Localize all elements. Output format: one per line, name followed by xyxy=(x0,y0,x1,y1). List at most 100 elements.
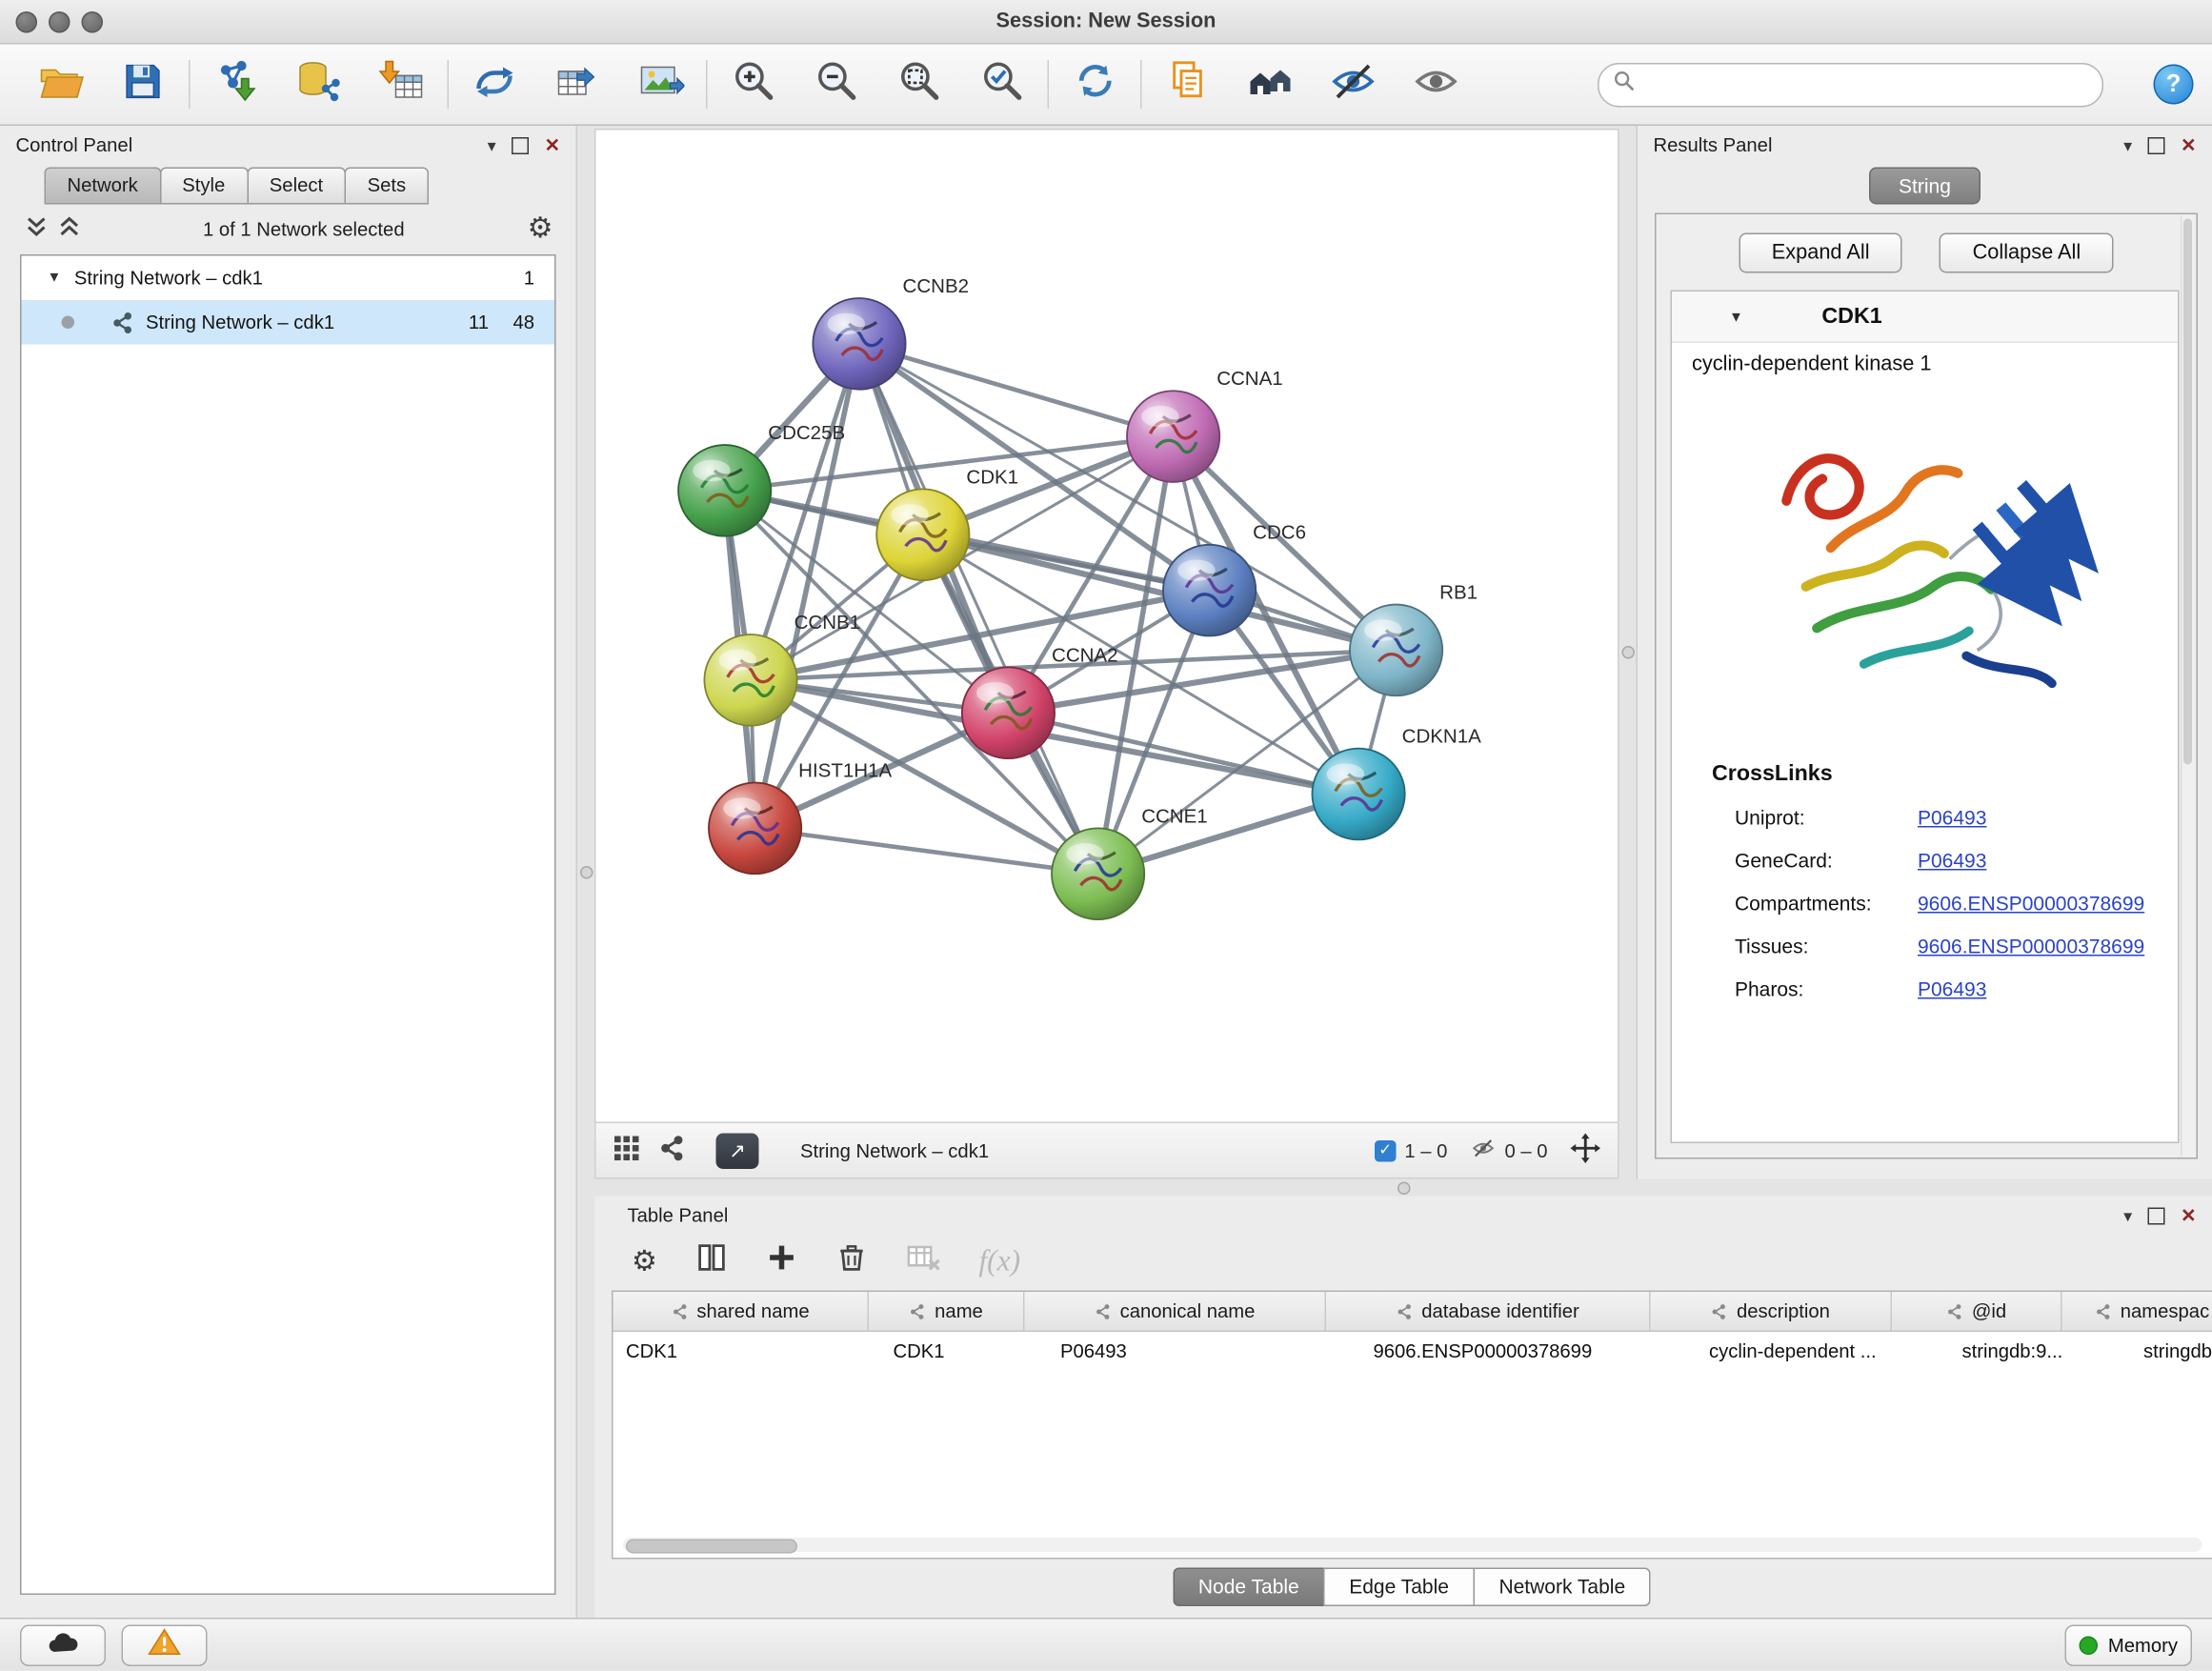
delete-column-icon[interactable] xyxy=(835,1242,867,1281)
table-row[interactable]: CDK1 CDK1 P06493 9606.ENSP00000378699 cy… xyxy=(613,1332,2212,1371)
tissues-link[interactable]: 9606.ENSP00000378699 xyxy=(1918,935,2144,957)
zoom-window-button[interactable] xyxy=(82,10,104,32)
expand-all-button[interactable]: Expand All xyxy=(1739,233,1902,273)
panel-float-icon[interactable] xyxy=(2148,136,2165,153)
table-splitter[interactable] xyxy=(594,1179,2212,1197)
column-header[interactable]: description xyxy=(1651,1292,1893,1331)
grid-view-icon[interactable] xyxy=(613,1135,641,1166)
pharos-link[interactable]: P06493 xyxy=(1918,977,1986,1000)
zoom-fit-button[interactable] xyxy=(892,57,946,111)
import-network-from-file-button[interactable] xyxy=(209,57,263,111)
gene-header-row[interactable]: ▼ CDK1 xyxy=(1672,292,2178,343)
export-table-button[interactable] xyxy=(551,57,605,111)
network-node-CDC6[interactable]: CDC6 xyxy=(1163,523,1306,636)
network-icon[interactable] xyxy=(659,1135,687,1166)
toggle-glass-effect-button[interactable] xyxy=(1326,57,1380,111)
warning-icon xyxy=(148,1626,182,1665)
panel-float-icon[interactable] xyxy=(2148,1207,2165,1224)
string-home-button[interactable] xyxy=(1243,57,1297,111)
expand-all-networks-icon[interactable] xyxy=(59,215,81,243)
help-button[interactable]: ? xyxy=(2154,65,2194,105)
panel-collapse-icon[interactable]: ▾ xyxy=(2123,1207,2132,1224)
column-header[interactable]: canonical name xyxy=(1025,1292,1327,1331)
network-node-CCNA1[interactable]: CCNA1 xyxy=(1127,369,1283,482)
panel-close-icon[interactable]: ✕ xyxy=(545,136,560,155)
close-window-button[interactable] xyxy=(16,10,38,32)
import-table-from-file-button[interactable] xyxy=(374,57,429,111)
network-options-gear-icon[interactable]: ⚙ xyxy=(528,214,553,243)
search-input[interactable] xyxy=(1645,72,2088,97)
panel-close-icon[interactable]: ✕ xyxy=(2181,1206,2196,1225)
network-edge[interactable] xyxy=(755,828,1098,874)
network-node-CCNB2[interactable]: CCNB2 xyxy=(813,276,969,390)
import-network-from-database-button[interactable] xyxy=(292,57,346,111)
tab-node-table[interactable]: Node Table xyxy=(1173,1568,1325,1607)
network-row[interactable]: String Network – cdk1 11 48 xyxy=(22,300,555,345)
network-node-RB1[interactable]: RB1 xyxy=(1350,583,1478,696)
network-node-CDKN1A[interactable]: CDKN1A xyxy=(1312,727,1481,840)
network-canvas[interactable]: CCNB2CCNA1CDC25BCDK1CDC6RB1CCNB1CCNA2CDK… xyxy=(596,131,1619,1122)
tab-string[interactable]: String xyxy=(1869,168,1981,205)
pan-crosshair-icon[interactable] xyxy=(1571,1134,1601,1168)
gene-description: cyclin-dependent kinase 1 xyxy=(1672,343,2178,382)
zoom-in-button[interactable] xyxy=(726,57,780,111)
crosslink-row: Tissues:9606.ENSP00000378699 xyxy=(1735,935,2178,957)
results-splitter[interactable] xyxy=(1619,126,1637,1179)
zoom-in-icon xyxy=(730,57,777,111)
documents-icon xyxy=(1164,57,1212,111)
tab-style[interactable]: Style xyxy=(159,168,248,205)
collapse-all-button[interactable]: Collapse All xyxy=(1940,233,2114,273)
disclosure-triangle-icon[interactable]: ▼ xyxy=(48,271,62,287)
panel-collapse-icon[interactable]: ▾ xyxy=(488,136,496,153)
tab-network[interactable]: Network xyxy=(45,168,161,205)
network-node-CDK1[interactable]: CDK1 xyxy=(876,468,1018,581)
network-edge[interactable] xyxy=(755,344,859,829)
panel-float-icon[interactable] xyxy=(512,136,529,153)
cloud-status-button[interactable] xyxy=(20,1624,106,1666)
column-header[interactable]: shared name xyxy=(613,1292,870,1331)
network-node-CCNB1[interactable]: CCNB1 xyxy=(704,613,860,726)
tab-edge-table[interactable]: Edge Table xyxy=(1323,1568,1475,1607)
collapse-all-networks-icon[interactable] xyxy=(26,215,48,243)
network-edge[interactable] xyxy=(859,344,1098,874)
add-column-icon[interactable] xyxy=(766,1242,797,1281)
disclosure-triangle-icon[interactable]: ▼ xyxy=(1729,310,1743,326)
node-table: shared name name canonical name database… xyxy=(612,1291,2212,1560)
table-options-gear-icon[interactable]: ⚙ xyxy=(632,1247,657,1276)
column-header[interactable]: database identifier xyxy=(1326,1292,1651,1331)
search-field[interactable] xyxy=(1598,62,2103,107)
toggle-labels-button[interactable] xyxy=(1409,57,1463,111)
warnings-button[interactable] xyxy=(122,1624,208,1666)
network-node-HIST1H1A[interactable]: HIST1H1A xyxy=(709,761,893,875)
panel-collapse-icon[interactable]: ▾ xyxy=(2123,136,2132,153)
export-network-button[interactable] xyxy=(468,57,522,111)
zoom-selected-button[interactable] xyxy=(975,57,1029,111)
export-image-button[interactable] xyxy=(633,57,688,111)
copy-document-button[interactable] xyxy=(1160,57,1215,111)
table-horizontal-scrollbar[interactable] xyxy=(623,1539,2202,1553)
uniprot-link[interactable]: P06493 xyxy=(1918,806,1986,829)
memory-button[interactable]: Memory xyxy=(2065,1624,2192,1666)
minimize-window-button[interactable] xyxy=(49,10,70,32)
open-session-button[interactable] xyxy=(33,57,88,111)
zoom-selected-icon xyxy=(978,57,1026,111)
show-columns-icon[interactable] xyxy=(695,1242,727,1281)
refresh-button[interactable] xyxy=(1068,57,1122,111)
column-header[interactable]: namespac xyxy=(2062,1292,2212,1331)
genecard-link[interactable]: P06493 xyxy=(1918,849,1986,872)
tab-network-table[interactable]: Network Table xyxy=(1473,1568,1651,1607)
results-scrollbar[interactable] xyxy=(2181,216,2195,1157)
node-label-HIST1H1A: HIST1H1A xyxy=(798,761,892,782)
network-edge[interactable] xyxy=(859,344,1174,436)
compartments-link[interactable]: 9606.ENSP00000378699 xyxy=(1918,892,2144,915)
column-header[interactable]: @id xyxy=(1892,1292,2062,1331)
tab-select[interactable]: Select xyxy=(247,168,346,205)
zoom-out-button[interactable] xyxy=(809,57,863,111)
left-splitter[interactable] xyxy=(577,126,594,1619)
column-header[interactable]: name xyxy=(869,1292,1025,1331)
tab-sets[interactable]: Sets xyxy=(345,168,430,205)
panel-close-icon[interactable]: ✕ xyxy=(2181,136,2196,155)
detach-view-button[interactable]: ↗ xyxy=(716,1133,759,1169)
save-session-button[interactable] xyxy=(116,57,171,111)
network-collection-row[interactable]: ▼ String Network – cdk1 1 xyxy=(22,256,555,301)
